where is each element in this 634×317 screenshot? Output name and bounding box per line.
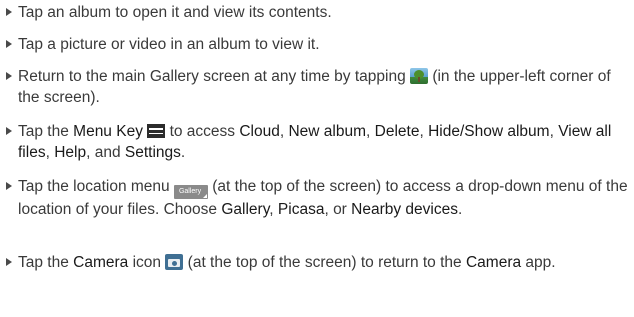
camera-label: Camera [73, 254, 129, 271]
option-cloud: Cloud [239, 123, 280, 140]
option-delete: Delete [374, 123, 420, 140]
location-picasa: Picasa [277, 201, 325, 218]
help-document: Tap an album to open it and view its con… [0, 0, 634, 317]
location-nearby-devices: Nearby devices [351, 201, 458, 218]
text-run: , [366, 123, 375, 140]
list-item-text: Tap the location menu Gallery (at the to… [18, 176, 630, 220]
text-run: icon [128, 254, 166, 271]
bullet-icon [6, 258, 12, 266]
gallery-icon [410, 68, 429, 84]
text-run: , or [324, 201, 352, 218]
bullet-icon [6, 40, 12, 48]
camera-icon [165, 254, 184, 270]
text-run: . [457, 201, 463, 218]
menu-key-label: Menu Key [73, 123, 143, 140]
list-item-text: Tap the Menu Key to access Cloud, New al… [18, 121, 630, 163]
bullet-icon [6, 127, 12, 135]
menu-key-icon [147, 124, 166, 138]
location-menu-icon-label: Gallery [178, 188, 202, 195]
text-run: , [419, 123, 429, 140]
text-run: , and [86, 144, 125, 161]
bullet-icon [6, 72, 12, 80]
text-run: Tap the location menu [18, 178, 174, 195]
text-run: (at the top of the screen) to return to … [183, 254, 466, 271]
option-help: Help [54, 144, 87, 161]
text-run: , [45, 144, 55, 161]
list-item-text: Tap an album to open it and view its con… [18, 4, 332, 21]
camera-app-label: Camera [465, 254, 522, 271]
text-run: Return to the main Gallery screen at any… [18, 68, 411, 85]
option-hide-show-album: Hide/Show album [428, 123, 550, 140]
location-gallery: Gallery [221, 201, 270, 218]
list-item-text: Return to the main Gallery screen at any… [18, 66, 630, 108]
text-run: Tap the [18, 254, 74, 271]
text-run: . [180, 144, 186, 161]
text-run: app. [521, 254, 556, 271]
text-run: to access [165, 123, 240, 140]
option-new-album: New album [288, 123, 367, 140]
text-run: Tap the [18, 123, 74, 140]
list-item-text: Tap a picture or video in an album to vi… [18, 36, 320, 53]
list-item-text: Tap the Camera icon (at the top of the s… [18, 252, 630, 273]
bullet-icon [6, 8, 12, 16]
location-menu-icon: Gallery [173, 185, 208, 199]
option-settings: Settings [124, 144, 181, 161]
bullet-icon [6, 182, 12, 190]
text-run: , [269, 201, 278, 218]
text-run: , [549, 123, 559, 140]
